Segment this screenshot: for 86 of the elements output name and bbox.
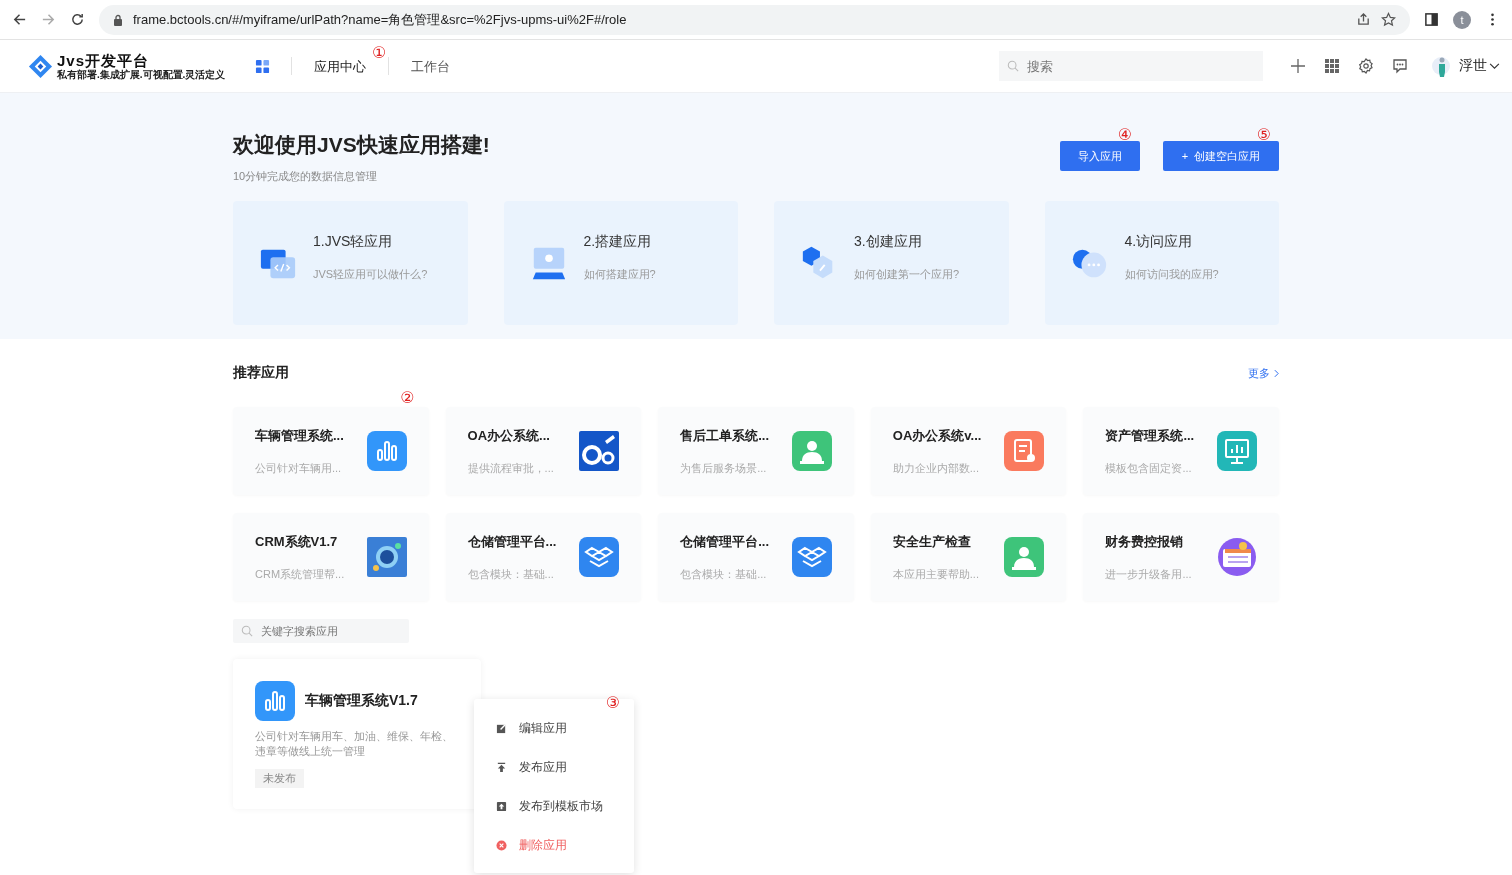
app-description: 提供流程审批，... [467, 460, 555, 476]
guide-title: 3.创建应用 [854, 232, 923, 251]
app-name: CRM系统V1.7 [255, 532, 339, 551]
sidebar-icon[interactable] [1424, 12, 1439, 27]
app-name: 资产管理系统... [1105, 426, 1196, 445]
app-name: 售后工单系统... [680, 426, 771, 445]
logo-tagline: 私有部署.集成扩展.可视配置.灵活定义 [57, 69, 226, 80]
app-description: 模板包含固定资... [1105, 460, 1193, 476]
app-name: OA办公系统... [467, 426, 551, 445]
create-button[interactable]: + 创建空白应用 [1163, 141, 1279, 171]
nav-tab[interactable]: 应用中心 [314, 58, 367, 74]
app-name: 仓储管理平台... [680, 532, 771, 551]
guide-title: 4.访问应用 [1124, 232, 1194, 251]
app-card[interactable]: OA办公系统... 提供流程审批，... [445, 407, 642, 495]
edit-icon [496, 723, 507, 734]
app-card[interactable]: 售后工单系统... 为售后服务场景... [658, 407, 854, 495]
user-avatar[interactable] [1431, 54, 1451, 78]
share-icon[interactable] [1356, 12, 1371, 27]
guide-description: 如何搭建应用? [583, 266, 656, 282]
back-icon[interactable] [12, 12, 27, 27]
annotation-marker: ① [372, 44, 387, 61]
guide-card[interactable]: 2.搭建应用 如何搭建应用? [503, 201, 738, 325]
app-card[interactable]: 车辆管理系统V1.7 公司针对车辆用车、加油、维保、年检、违章等做线上统一管理 未发布 [233, 659, 481, 809]
more-link[interactable]: 更多 [1248, 365, 1270, 381]
reload-icon[interactable] [70, 12, 85, 27]
logo-title: Jvs开发平台 [57, 52, 151, 68]
delete-icon [496, 840, 507, 851]
app-description: 本应用主要帮助... [892, 566, 980, 582]
apps-icon[interactable] [255, 58, 271, 74]
app-card[interactable]: CRM系统V1.7 CRM系统管理帮... [233, 513, 429, 601]
app-card[interactable]: OA办公系统v... 助力企业内部数... [870, 407, 1067, 495]
settings-icon[interactable] [1358, 58, 1374, 74]
guide-card[interactable]: 1.JVS轻应用 JVS轻应用可以做什么? [233, 201, 468, 325]
app-name: 仓储管理平台... [467, 532, 558, 551]
guide-title: 1.JVS轻应用 [313, 232, 394, 251]
app-description: CRM系统管理帮... [255, 566, 346, 582]
guide-description: 如何创建第一个应用? [854, 266, 960, 282]
app-card[interactable]: 仓储管理平台... 包含模块：基础... [445, 513, 642, 601]
app-name: 安全生产检查 [892, 532, 972, 551]
app-name: 车辆管理系统... [255, 426, 345, 445]
star-icon[interactable] [1381, 12, 1396, 27]
guide-title: 2.搭建应用 [583, 232, 653, 251]
app-name: OA办公系统v... [892, 426, 983, 445]
app-card[interactable]: 安全生产检查 本应用主要帮助... [870, 513, 1067, 601]
app-description: 公司针对车辆用车、加油、维保、年检、违章等做线上统一管理 [255, 729, 454, 759]
chevron-down-icon[interactable] [1489, 62, 1500, 70]
nav-tab[interactable]: 工作台 [411, 58, 451, 74]
import-button[interactable]: 导入应用 [1060, 141, 1140, 171]
app-description: 包含模块：基础... [680, 566, 768, 582]
status-tag: 未发布 [255, 769, 304, 788]
app-card[interactable]: 仓储管理平台... 包含模块：基础... [658, 513, 854, 601]
annotation-marker: ③ [605, 695, 620, 711]
annotation-marker: ⑤ [1256, 127, 1271, 143]
app-description: 公司针对车辆用... [255, 460, 343, 476]
lock-icon [113, 13, 123, 26]
search-icon [1007, 60, 1019, 72]
welcome-title: 欢迎使用JVS快速应用搭建! [233, 132, 490, 158]
address-bar[interactable]: frame.bctools.cn/#/myiframe/urlPath?name=角色管理&src=%2Fjvs-upms-ui%2F#/role [99, 4, 1410, 35]
app-search-field[interactable]: 关键字搜索应用 [233, 619, 409, 643]
user-name[interactable]: 浮世 [1459, 57, 1487, 75]
annotation-marker: ② [400, 390, 415, 406]
guide-card[interactable]: 4.访问应用 如何访问我的应用? [1044, 201, 1279, 325]
guide-card[interactable]: 3.创建应用 如何创建第一个应用? [774, 201, 1009, 325]
app-description: 助力企业内部数... [892, 460, 980, 476]
guide-description: JVS轻应用可以做什么? [313, 266, 428, 282]
message-icon[interactable] [1392, 58, 1408, 74]
section-title: 推荐应用 [233, 364, 289, 382]
search-icon [241, 625, 253, 637]
app-name: 车辆管理系统V1.7 [305, 692, 418, 710]
welcome-subtitle: 10分钟完成您的数据信息管理 [233, 169, 379, 184]
logo-icon [28, 53, 53, 79]
search-input[interactable]: 搜索 [1025, 57, 1255, 75]
app-card[interactable]: 资产管理系统... 模板包含固定资... [1083, 407, 1279, 495]
search-field[interactable]: 搜索 [999, 51, 1263, 81]
upload-box-icon [496, 801, 507, 812]
guide-description: 如何访问我的应用? [1124, 266, 1219, 282]
app-search-input[interactable]: 关键字搜索应用 [259, 624, 401, 638]
upload-icon [496, 762, 507, 773]
app-description: 包含模块：基础... [467, 566, 555, 582]
annotation-marker: ④ [1117, 127, 1132, 143]
grid-icon[interactable] [1324, 58, 1340, 74]
app-card[interactable]: 车辆管理系统... 公司针对车辆用... [233, 407, 429, 495]
app-description: 为售后服务场景... [680, 460, 768, 476]
add-icon[interactable] [1290, 58, 1306, 74]
chevron-right-icon[interactable] [1274, 368, 1279, 378]
app-name: 财务费控报销 [1105, 532, 1185, 551]
